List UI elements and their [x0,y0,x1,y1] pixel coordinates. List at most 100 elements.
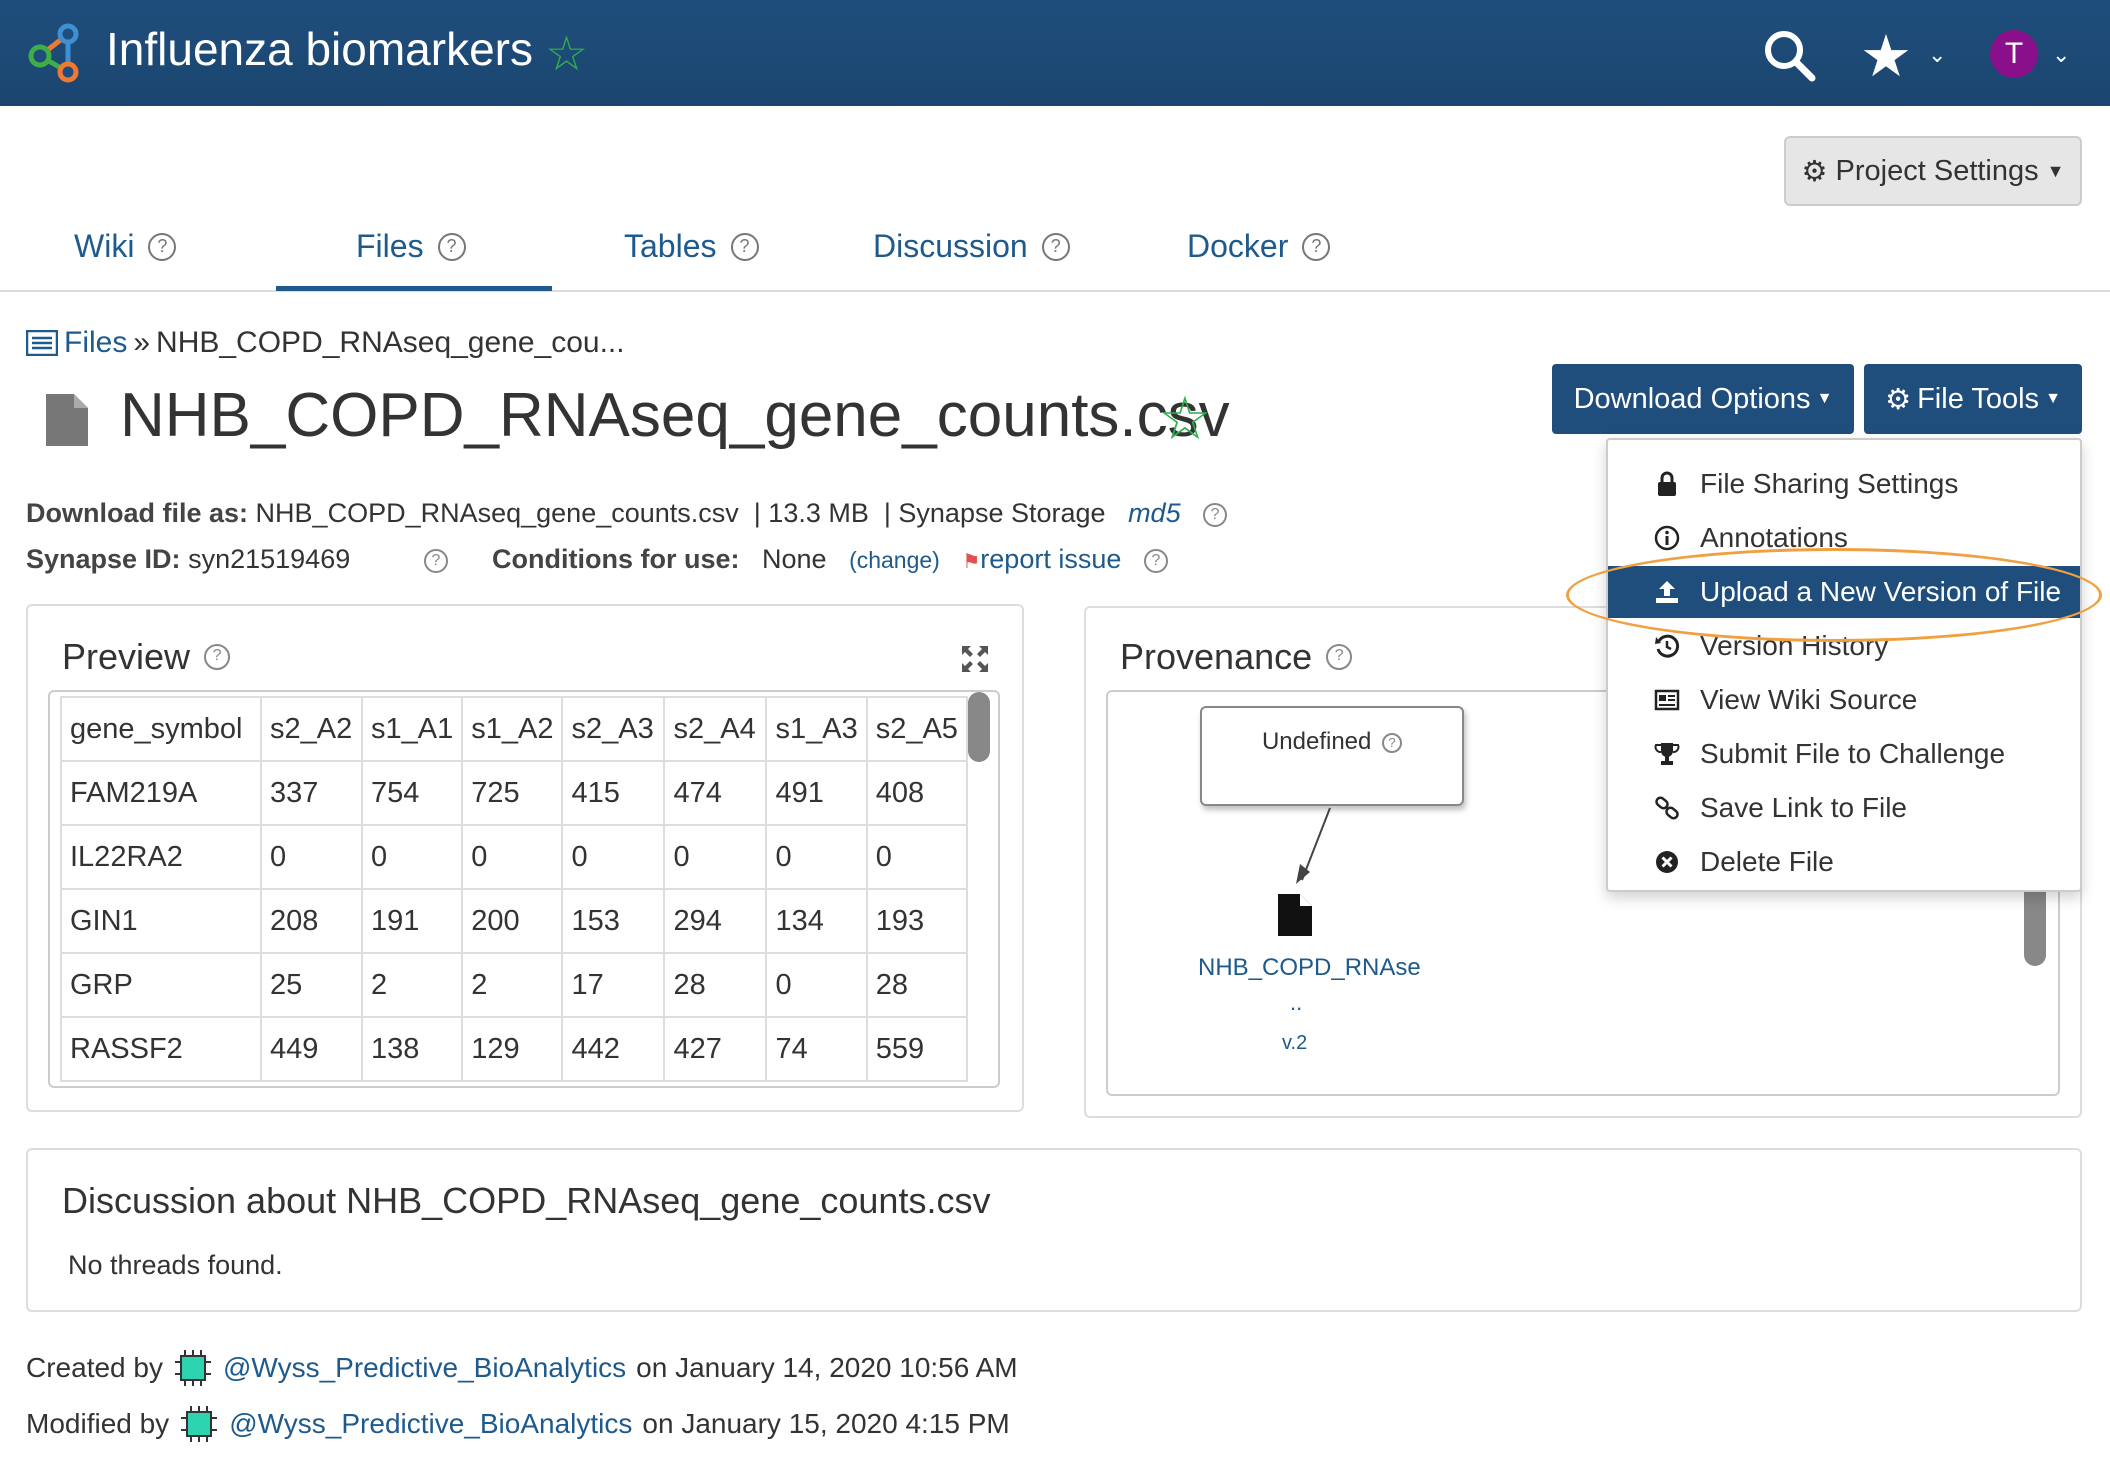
discussion-panel [26,1148,2082,1312]
change-conditions-link[interactable]: (change) [849,547,940,573]
tab-discussion[interactable]: Discussion ? [873,228,1070,265]
table-cell: 294 [663,888,768,954]
download-as-label: Download file as: [26,498,249,528]
search-icon[interactable] [1762,28,1818,84]
menu-item-annotations[interactable]: Annotations [1608,512,2080,564]
history-icon [1655,634,1680,658]
help-icon[interactable]: ? [730,232,759,261]
table-cell: 559 [865,1016,968,1082]
column-header: s1_A2 [461,696,564,762]
discussion-title: Discussion about NHB_COPD_RNAseq_gene_co… [62,1180,991,1221]
expand-icon[interactable] [960,644,990,674]
column-header: s2_A2 [260,696,363,762]
provenance-entity-version[interactable]: v.2 [1282,1032,1307,1055]
activity-label: Undefined [1261,728,1372,755]
tab-tables[interactable]: Tables ? [624,228,759,265]
table-row: GIN1 208 191 200 153 294 134 193 [60,888,968,954]
menu-item-label: Version History [1700,630,1889,661]
table-cell: 0 [663,824,768,890]
lock-icon [1658,471,1676,496]
synapse-id-info: Synapse ID: syn21519469 [26,544,350,575]
menu-item-label: Delete File [1700,846,1834,877]
user-avatar-icon [181,1406,218,1442]
menu-item-view-wiki-source[interactable]: View Wiki Source [1608,674,2080,726]
help-icon[interactable]: ? [1302,232,1331,261]
table-header-row: gene_symbol s2_A2 s1_A1 s1_A2 s2_A3 s2_A… [60,696,968,762]
download-info: Download file as: NHB_COPD_RNAseq_gene_c… [26,498,1228,529]
help-icon[interactable]: ? [1143,548,1168,573]
column-header: s1_A1 [360,696,464,762]
menu-item-file-sharing-settings[interactable]: File Sharing Settings [1608,458,2080,510]
download-as-value: NHB_COPD_RNAseq_gene_counts.csv [255,498,739,528]
table-cell: IL22RA2 [60,824,262,890]
provenance-scrollbar[interactable] [2024,880,2046,966]
caret-down-icon: ▼ [2046,160,2065,181]
conditions-label: Conditions for use: [492,544,740,574]
table-row: GRP 25 2 2 17 28 0 28 [60,952,968,1018]
modified-on-date: on January 15, 2020 4:15 PM [642,1408,1010,1439]
project-title[interactable]: Influenza biomarkers [106,22,533,76]
report-issue-link[interactable]: report issue [980,544,1121,574]
menu-item-submit-to-challenge[interactable]: Submit File to Challenge [1608,728,2080,780]
help-icon[interactable]: ? [1041,232,1070,261]
table-cell: 0 [561,824,666,890]
menu-item-version-history[interactable]: Version History [1608,620,2080,672]
storage-location: | Synapse Storage [883,498,1106,528]
info-icon [1654,525,1680,551]
menu-item-save-link[interactable]: Save Link to File [1608,782,2080,834]
table-cell: 2 [360,952,464,1018]
user-avatar[interactable]: T [1990,30,2038,78]
help-icon[interactable]: ? [148,232,177,261]
tab-wiki[interactable]: Wiki ? [74,228,177,265]
breadcrumb-files-link[interactable]: Files [64,326,127,360]
trophy-icon [1654,743,1680,765]
help-icon[interactable]: ? [1326,644,1353,670]
provenance-header: Provenance ? [1120,636,1353,678]
table-cell: 138 [360,1016,464,1082]
md5-link[interactable]: md5 [1128,498,1181,528]
provenance-edge [1296,807,1331,884]
preview-title: Preview [62,636,191,677]
tab-files[interactable]: Files ? [356,228,466,265]
table-cell: 191 [360,888,464,954]
help-icon[interactable]: ? [437,232,466,261]
menu-item-delete-file[interactable]: Delete File [1608,836,2080,888]
table-cell: 28 [663,952,768,1018]
favorite-star-icon[interactable]: ☆ [1158,384,1212,454]
favorites-star-icon[interactable]: ★ [1860,22,1912,90]
column-header: s2_A3 [561,696,666,762]
help-icon[interactable]: ? [424,548,448,573]
download-options-button[interactable]: Download Options ▼ [1552,364,1854,434]
menu-item-label: Submit File to Challenge [1700,738,2006,769]
modified-by-line: Modified by @Wyss_Predictive_BioAnalytic… [26,1404,1010,1444]
favorite-star-icon[interactable]: ☆ [545,26,588,82]
menu-item-upload-new-version[interactable]: Upload a New Version of File [1608,566,2080,618]
chevron-down-icon[interactable]: ⌄ [2052,42,2070,68]
preview-header: Preview ? [62,636,231,678]
file-tools-button[interactable]: ⚙ File Tools ▼ [1864,364,2082,434]
provenance-activity-node[interactable]: Undefined ? [1200,706,1464,806]
provenance-entity-ellipsis: .. [1290,990,1303,1015]
menu-item-label: View Wiki Source [1700,684,1918,715]
table-cell: 0 [865,824,968,890]
help-icon[interactable]: ? [204,644,231,670]
help-icon[interactable]: ? [1382,732,1403,753]
chevron-down-icon[interactable]: ⌄ [1928,42,1946,68]
preview-table-container[interactable]: gene_symbol s2_A2 s1_A1 s1_A2 s2_A3 s2_A… [48,690,1000,1088]
table-cell: 153 [561,888,666,954]
preview-scrollbar[interactable] [968,692,990,762]
synapse-logo-icon[interactable] [24,22,88,84]
tab-docker[interactable]: Docker ? [1187,228,1331,265]
project-settings-label: Project Settings [1835,154,2039,187]
project-settings-button[interactable]: ⚙ Project Settings ▼ [1784,136,2082,206]
modified-by-user-link[interactable]: @Wyss_Predictive_BioAnalytics [229,1408,632,1440]
table-cell: 134 [765,888,868,954]
file-icon[interactable] [1276,892,1314,938]
created-by-user-link[interactable]: @Wyss_Predictive_BioAnalytics [223,1352,626,1384]
caret-down-icon: ▼ [1816,390,1833,407]
provenance-entity-link[interactable]: NHB_COPD_RNAse [1198,954,1421,982]
table-cell: 491 [765,760,868,826]
menu-item-label: Upload a New Version of File [1700,576,2062,607]
table-cell: FAM219A [60,760,262,826]
help-icon[interactable]: ? [1203,502,1228,527]
